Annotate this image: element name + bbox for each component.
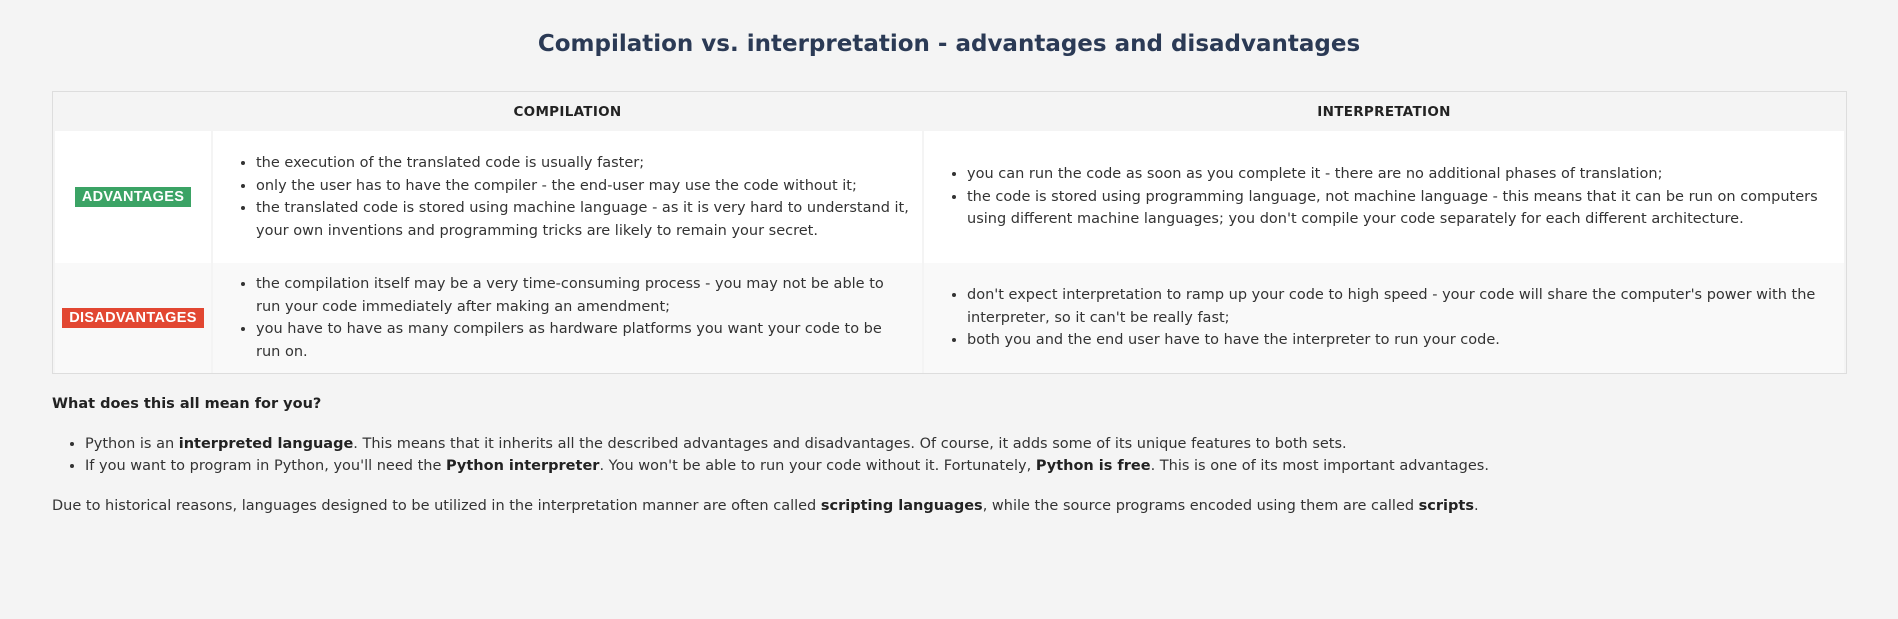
disadvantages-label-cell: DISADVANTAGES bbox=[55, 263, 211, 373]
compilation-advantages-cell: the execution of the translated code is … bbox=[213, 131, 922, 263]
header-interpretation: INTERPRETATION bbox=[924, 92, 1844, 131]
bold-text: scripts bbox=[1418, 498, 1474, 514]
list-item: the translated code is stored using mach… bbox=[256, 197, 909, 242]
text: Python is an bbox=[85, 436, 179, 452]
list-item: only the user has to have the compiler -… bbox=[256, 175, 909, 198]
interpretation-advantages-cell: you can run the code as soon as you comp… bbox=[924, 131, 1844, 263]
interpretation-disadvantages-cell: don't expect interpretation to ramp up y… bbox=[924, 263, 1844, 373]
disadvantages-badge: DISADVANTAGES bbox=[62, 308, 204, 328]
list-item: the execution of the translated code is … bbox=[256, 152, 909, 175]
list-item: the code is stored using programming lan… bbox=[967, 186, 1831, 231]
list-item: both you and the end user have to have t… bbox=[967, 329, 1831, 352]
footer-paragraph: Due to historical reasons, languages des… bbox=[52, 498, 1846, 514]
section-title: What does this all mean for you? bbox=[52, 396, 322, 412]
interpretation-advantages-list: you can run the code as soon as you comp… bbox=[925, 163, 1843, 231]
page: Compilation vs. interpretation - advanta… bbox=[0, 0, 1898, 514]
page-title: Compilation vs. interpretation - advanta… bbox=[537, 31, 1361, 57]
bold-text: scripting languages bbox=[820, 498, 983, 514]
advantages-label-cell: ADVANTAGES bbox=[55, 131, 211, 263]
disadvantages-row: DISADVANTAGES the compilation itself may… bbox=[55, 263, 1844, 373]
list-item: don't expect interpretation to ramp up y… bbox=[967, 284, 1831, 329]
text: . This is one of its most important adva… bbox=[1150, 458, 1489, 474]
compilation-disadvantages-list: the compilation itself may be a very tim… bbox=[214, 273, 921, 363]
text: . You won't be able to run your code wit… bbox=[599, 458, 1036, 474]
table-header-row: COMPILATION INTERPRETATION bbox=[55, 92, 1844, 131]
text: . This means that it inherits all the de… bbox=[353, 436, 1347, 452]
list-item: the compilation itself may be a very tim… bbox=[256, 273, 909, 318]
text: . bbox=[1473, 498, 1479, 514]
text: If you want to program in Python, you'll… bbox=[85, 458, 446, 474]
points-list: Python is an interpreted language. This … bbox=[52, 433, 1846, 477]
compilation-advantages-list: the execution of the translated code is … bbox=[214, 152, 921, 242]
text: Due to historical reasons, languages des… bbox=[52, 498, 821, 514]
comparison-table: COMPILATION INTERPRETATION ADVANTAGES th… bbox=[52, 91, 1847, 374]
bold-text: Python is free bbox=[1035, 458, 1151, 474]
list-item: you have to have as many compilers as ha… bbox=[256, 318, 909, 363]
compilation-disadvantages-cell: the compilation itself may be a very tim… bbox=[213, 263, 922, 373]
header-empty bbox=[55, 92, 211, 131]
bold-text: Python interpreter bbox=[446, 458, 600, 474]
bold-text: interpreted language bbox=[178, 436, 354, 452]
list-item: Python is an interpreted language. This … bbox=[85, 433, 1846, 455]
list-item: you can run the code as soon as you comp… bbox=[967, 163, 1831, 186]
header-compilation: COMPILATION bbox=[213, 92, 922, 131]
interpretation-disadvantages-list: don't expect interpretation to ramp up y… bbox=[925, 284, 1843, 352]
list-item: If you want to program in Python, you'll… bbox=[85, 455, 1846, 477]
advantages-badge: ADVANTAGES bbox=[74, 187, 192, 207]
text: , while the source programs encoded usin… bbox=[982, 498, 1419, 514]
advantages-row: ADVANTAGES the execution of the translat… bbox=[55, 131, 1844, 263]
